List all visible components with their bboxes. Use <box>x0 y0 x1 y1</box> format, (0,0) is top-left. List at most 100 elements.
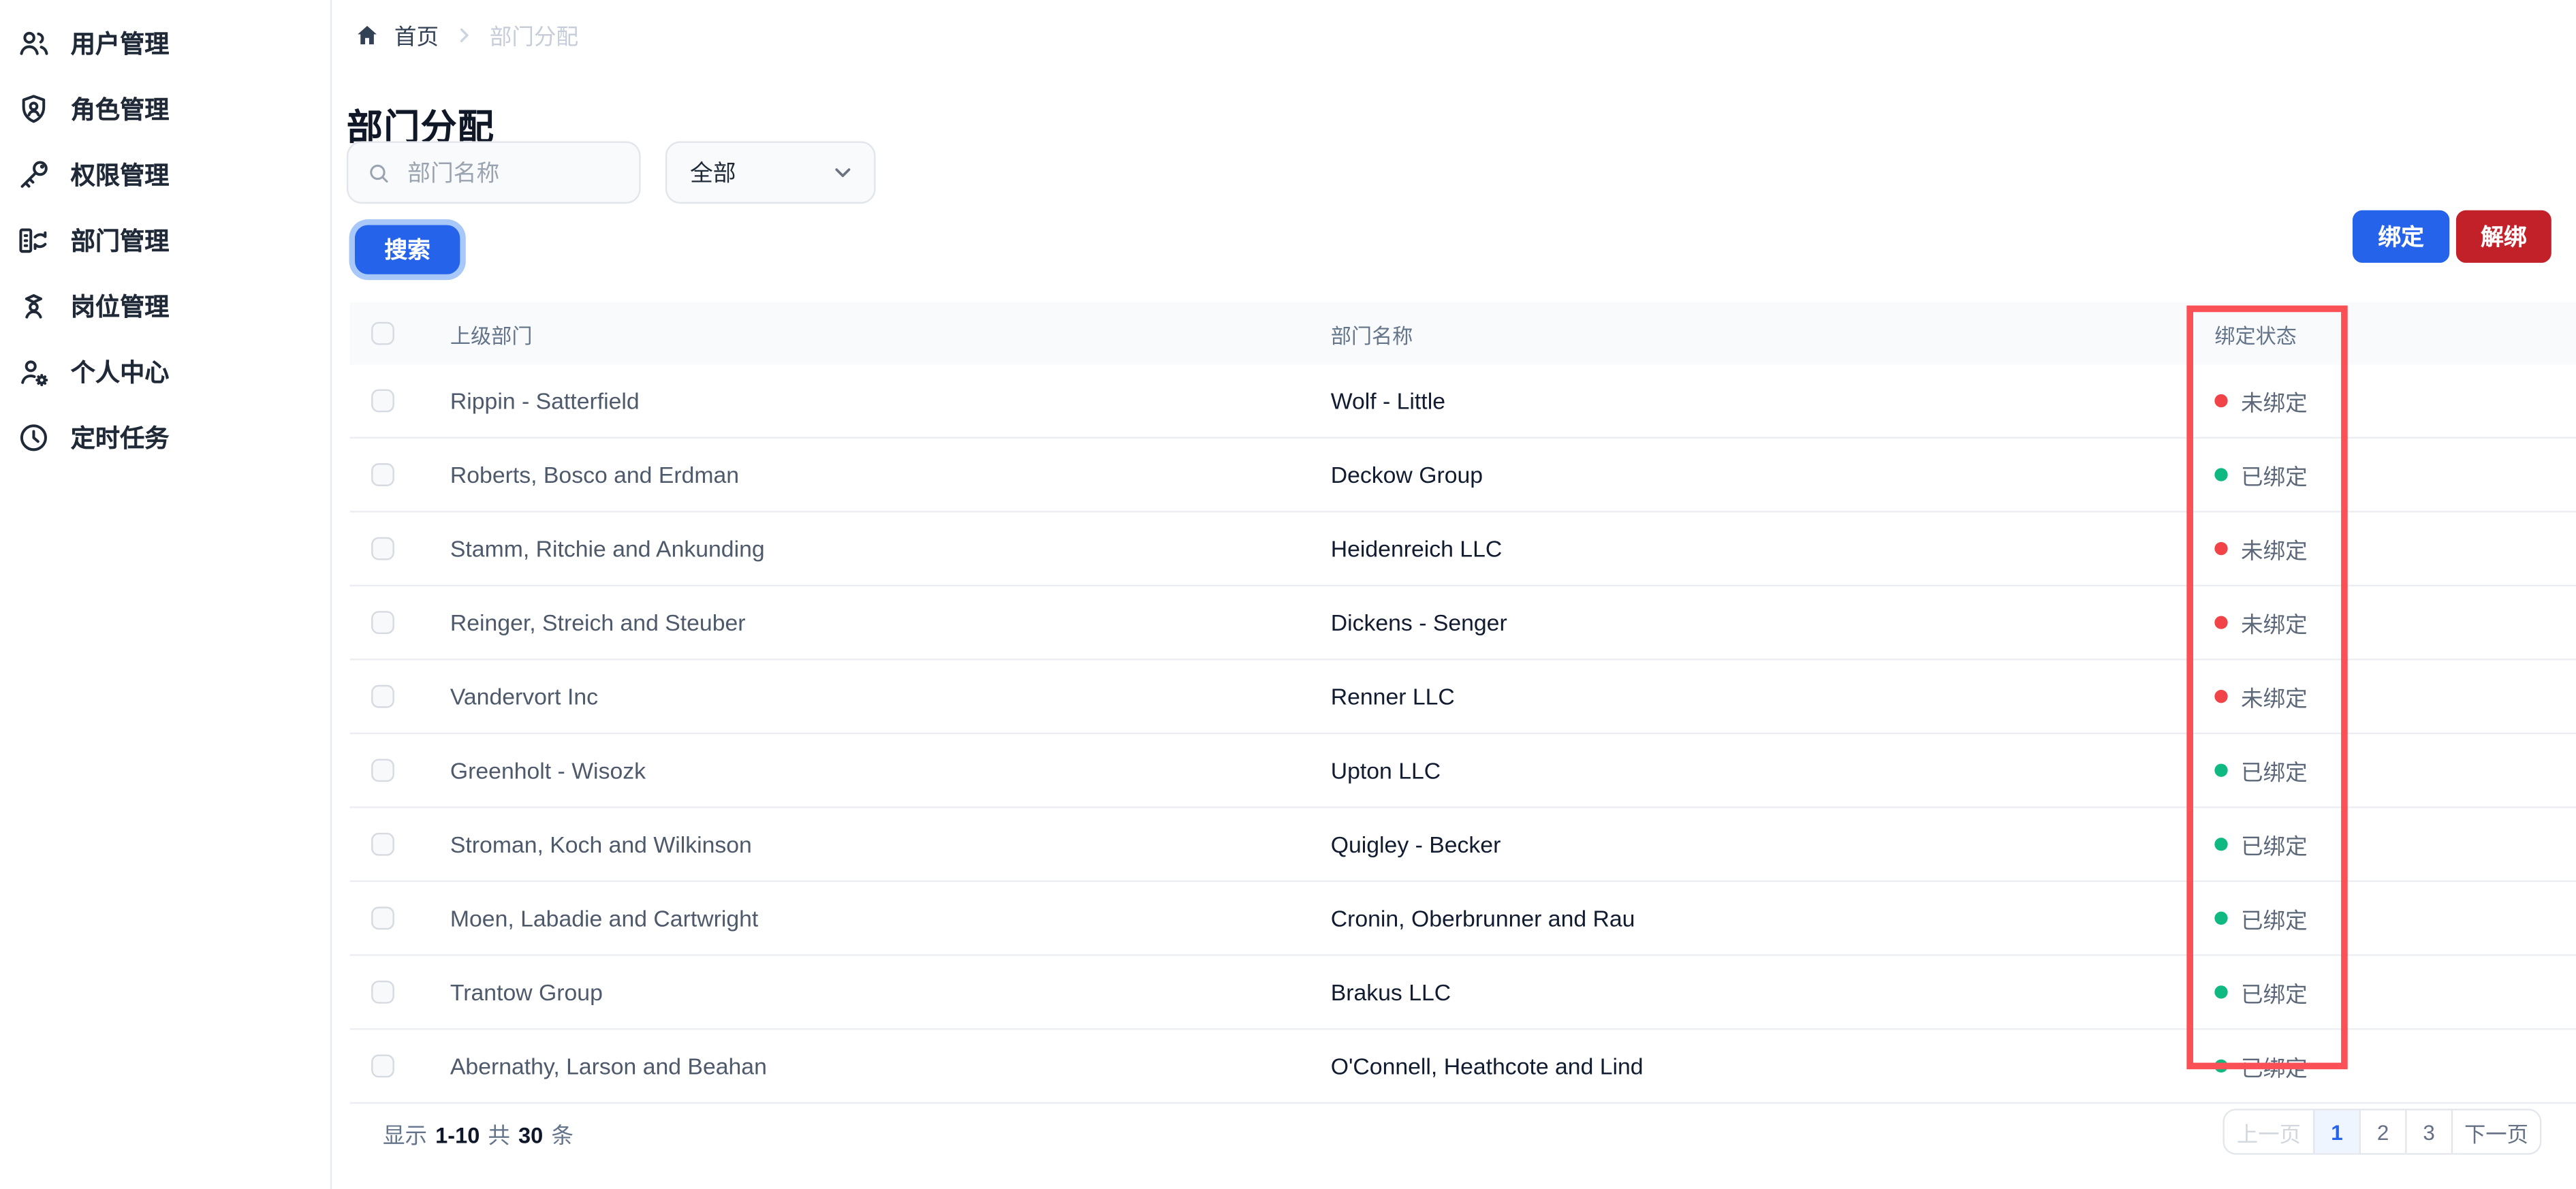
pagination-summary: 显示 1-10 共 30 条 <box>383 1117 574 1150</box>
search-icon <box>370 163 388 182</box>
sidebar-item-position-management[interactable]: 岗位管理 <box>0 272 330 338</box>
binding-status-cell: 未绑定 <box>2193 384 2576 417</box>
binding-status-cell: 已绑定 <box>2193 902 2576 934</box>
row-checkbox[interactable] <box>371 389 394 413</box>
status-dot-icon <box>2214 911 2228 925</box>
row-checkbox[interactable] <box>371 759 394 782</box>
parent-department-cell: Rippin - Satterfield <box>450 387 640 414</box>
status-dot-icon <box>2214 541 2228 556</box>
department-name-cell: Upton LLC <box>1330 757 1441 784</box>
status-label: 未绑定 <box>2240 686 2308 712</box>
table-row[interactable]: Moen, Labadie and Cartwright Cronin, Obe… <box>349 882 2576 956</box>
department-name-cell: Cronin, Oberbrunner and Rau <box>1330 905 1635 932</box>
page-button-1[interactable]: 1 <box>2313 1110 2359 1154</box>
next-page-button[interactable]: 下一页 <box>2451 1110 2540 1154</box>
column-header-parent: 上级部门 <box>450 324 533 348</box>
department-assignment-page: 用户管理 角色管理 权限管理 部门管理 岗位管理 个人中心 定时任务 首页 部门… <box>0 0 2576 1189</box>
row-checkbox[interactable] <box>371 832 394 856</box>
status-label: 已绑定 <box>2240 908 2308 934</box>
status-dot-icon <box>2214 985 2228 999</box>
binding-status-cell: 已绑定 <box>2193 976 2576 1009</box>
row-checkbox[interactable] <box>371 980 394 1004</box>
department-search-field[interactable] <box>346 141 641 204</box>
table-row[interactable]: Stamm, Ritchie and Ankunding Heidenreich… <box>349 512 2576 587</box>
parent-department-cell: Vandervort Inc <box>450 683 599 710</box>
sidebar-item-department-management[interactable]: 部门管理 <box>0 207 330 272</box>
row-checkbox[interactable] <box>371 611 394 635</box>
table-header: 上级部门 部门名称 绑定状态 <box>349 302 2576 365</box>
binding-status-cell: 已绑定 <box>2193 458 2576 491</box>
page-button-3[interactable]: 3 <box>2405 1110 2451 1154</box>
sidebar-item-scheduled-tasks[interactable]: 定时任务 <box>0 404 330 469</box>
chevron-down-icon <box>835 168 851 178</box>
department-table: 上级部门 部门名称 绑定状态 Rippin - Satterfield Wolf… <box>349 302 2576 1104</box>
pager: 上一页 1 2 3 下一页 <box>2222 1109 2542 1155</box>
status-dot-icon <box>2214 468 2228 481</box>
status-label: 已绑定 <box>2240 1056 2308 1081</box>
home-icon[interactable] <box>355 22 379 47</box>
role-shield-icon <box>22 94 46 123</box>
search-button[interactable]: 搜索 <box>354 225 460 274</box>
select-all-checkbox[interactable] <box>371 321 394 345</box>
breadcrumb: 首页 部门分配 <box>355 18 578 51</box>
table-row[interactable]: Reinger, Streich and Steuber Dickens - S… <box>349 586 2576 661</box>
sidebar-item-label: 权限管理 <box>70 161 170 190</box>
summary-middle: 共 <box>488 1123 510 1148</box>
table-row[interactable]: Vandervort Inc Renner LLC 未绑定 <box>349 660 2576 735</box>
sidebar-item-profile-center[interactable]: 个人中心 <box>0 338 330 404</box>
parent-department-cell: Trantow Group <box>450 979 603 1006</box>
sidebar-item-label: 定时任务 <box>70 424 170 453</box>
row-checkbox[interactable] <box>371 463 394 486</box>
parent-department-cell: Moen, Labadie and Cartwright <box>450 905 759 932</box>
column-header-name: 部门名称 <box>1330 324 1413 348</box>
status-label: 已绑定 <box>2240 982 2308 1007</box>
pagination-bar: 显示 1-10 共 30 条 上一页 1 2 3 下一页 <box>350 1089 2576 1189</box>
binding-status-cell: 已绑定 <box>2193 828 2576 861</box>
table-body: Rippin - Satterfield Wolf - Little 未绑定 R… <box>349 364 2576 1104</box>
chevron-right-icon <box>460 27 469 42</box>
clock-icon <box>20 424 47 451</box>
row-checkbox[interactable] <box>371 906 394 930</box>
profile-gear-icon <box>21 360 48 385</box>
sidebar-item-label: 部门管理 <box>70 227 170 256</box>
prev-page-button[interactable]: 上一页 <box>2224 1110 2314 1154</box>
status-label: 已绑定 <box>2240 464 2308 490</box>
parent-department-cell: Greenholt - Wisozk <box>450 757 646 784</box>
table-row[interactable]: Greenholt - Wisozk Upton LLC 已绑定 <box>349 734 2576 808</box>
status-label: 未绑定 <box>2240 391 2308 416</box>
breadcrumb-home-link[interactable]: 首页 <box>394 18 439 51</box>
sidebar-item-label: 个人中心 <box>70 359 170 387</box>
sidebar-item-permission-management[interactable]: 权限管理 <box>0 141 330 206</box>
department-name-cell: O'Connell, Heathcote and Lind <box>1330 1053 1644 1079</box>
row-checkbox[interactable] <box>371 1054 394 1078</box>
column-header-status: 绑定状态 <box>2214 324 2297 348</box>
parent-department-cell: Stroman, Koch and Wilkinson <box>450 831 752 858</box>
status-label: 已绑定 <box>2240 760 2308 785</box>
unbind-button[interactable]: 解绑 <box>2455 210 2551 263</box>
search-input[interactable] <box>404 157 621 187</box>
position-icon <box>25 293 43 318</box>
department-name-cell: Renner LLC <box>1330 683 1455 710</box>
bind-button[interactable]: 绑定 <box>2352 210 2450 263</box>
department-name-cell: Wolf - Little <box>1330 387 1445 414</box>
department-name-cell: Quigley - Becker <box>1330 831 1501 858</box>
status-dot-icon <box>2214 616 2228 629</box>
row-checkbox[interactable] <box>371 684 394 708</box>
table-row[interactable]: Rippin - Satterfield Wolf - Little 未绑定 <box>349 364 2576 439</box>
status-filter-select[interactable]: 全部 <box>665 141 876 204</box>
department-name-cell: Brakus LLC <box>1330 979 1451 1006</box>
table-row[interactable]: Roberts, Bosco and Erdman Deckow Group 已… <box>349 439 2576 513</box>
binding-status-cell: 未绑定 <box>2193 680 2576 713</box>
page-button-2[interactable]: 2 <box>2359 1110 2406 1154</box>
status-label: 未绑定 <box>2240 539 2308 564</box>
table-row[interactable]: Stroman, Koch and Wilkinson Quigley - Be… <box>349 808 2576 883</box>
binding-status-cell: 未绑定 <box>2193 606 2576 639</box>
sidebar-item-role-management[interactable]: 角色管理 <box>0 76 330 141</box>
row-checkbox[interactable] <box>371 537 394 560</box>
status-dot-icon <box>2214 1059 2228 1073</box>
summary-suffix: 条 <box>551 1123 574 1148</box>
table-row[interactable]: Trantow Group Brakus LLC 已绑定 <box>349 955 2576 1030</box>
parent-department-cell: Stamm, Ritchie and Ankunding <box>450 535 765 562</box>
sidebar-item-user-management[interactable]: 用户管理 <box>0 10 330 75</box>
summary-prefix: 显示 <box>382 1123 428 1148</box>
